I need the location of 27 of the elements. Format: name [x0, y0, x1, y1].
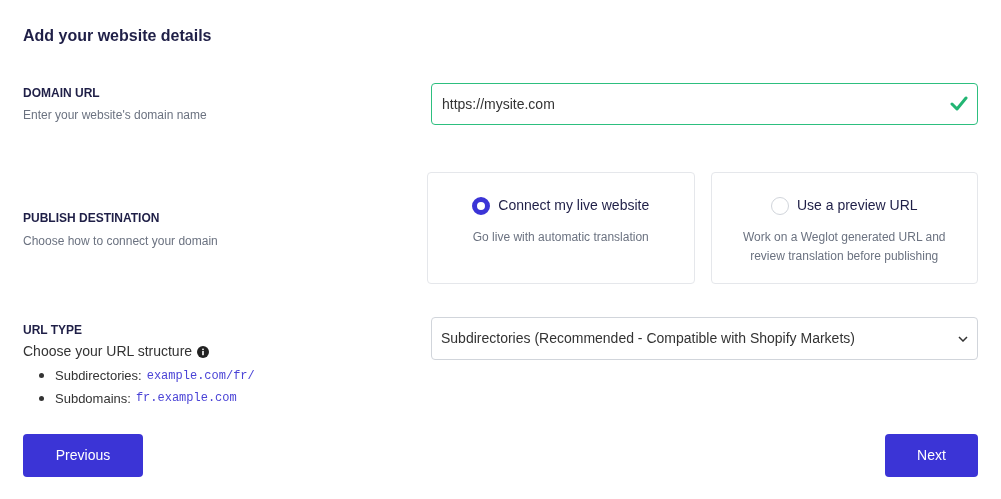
- url-type-select[interactable]: Subdirectories (Recommended - Compatible with Shopify Markets): [431, 317, 978, 360]
- field-hint: Choose your URL structure: [23, 342, 193, 361]
- radio-button[interactable]: [472, 196, 491, 215]
- field-hint: Enter your website's domain name: [23, 107, 208, 124]
- example-label: Subdirectories:: [55, 367, 142, 385]
- example-label: Subdomains:: [55, 389, 131, 408]
- example-code: example.com/fr/: [146, 367, 255, 385]
- option-card[interactable]: Connect my live website Go live with automatic translation: [427, 172, 695, 284]
- domain-url-input[interactable]: https://mysite.com: [431, 83, 978, 125]
- field-label: DOMAIN URL: [23, 85, 101, 102]
- chevron-down-icon: [958, 335, 968, 342]
- option-card[interactable]: Use a preview URL Work on a Weglot generated URL and review translation before publishing: [710, 172, 978, 284]
- example-code: fr.example.com: [135, 390, 237, 408]
- next-button[interactable]: Next: [885, 434, 978, 477]
- page-title: Add your website details: [23, 26, 213, 46]
- field-hint: Choose how to connect your domain: [23, 232, 219, 250]
- bullet-icon: [39, 395, 44, 401]
- previous-button[interactable]: Previous: [23, 434, 143, 477]
- bullet-icon: [39, 373, 44, 379]
- option-title: Use a preview URL: [796, 196, 918, 215]
- field-label: URL TYPE: [23, 322, 84, 339]
- field-label: PUBLISH DESTINATION: [23, 209, 161, 227]
- info-icon: [197, 345, 210, 358]
- option-description: Go live with automatic translation: [472, 229, 649, 246]
- option-description: Work on a Weglot generated URL and review translation before publishing: [741, 229, 947, 265]
- option-title: Connect my live website: [498, 196, 650, 215]
- checkmark-icon: [950, 96, 968, 111]
